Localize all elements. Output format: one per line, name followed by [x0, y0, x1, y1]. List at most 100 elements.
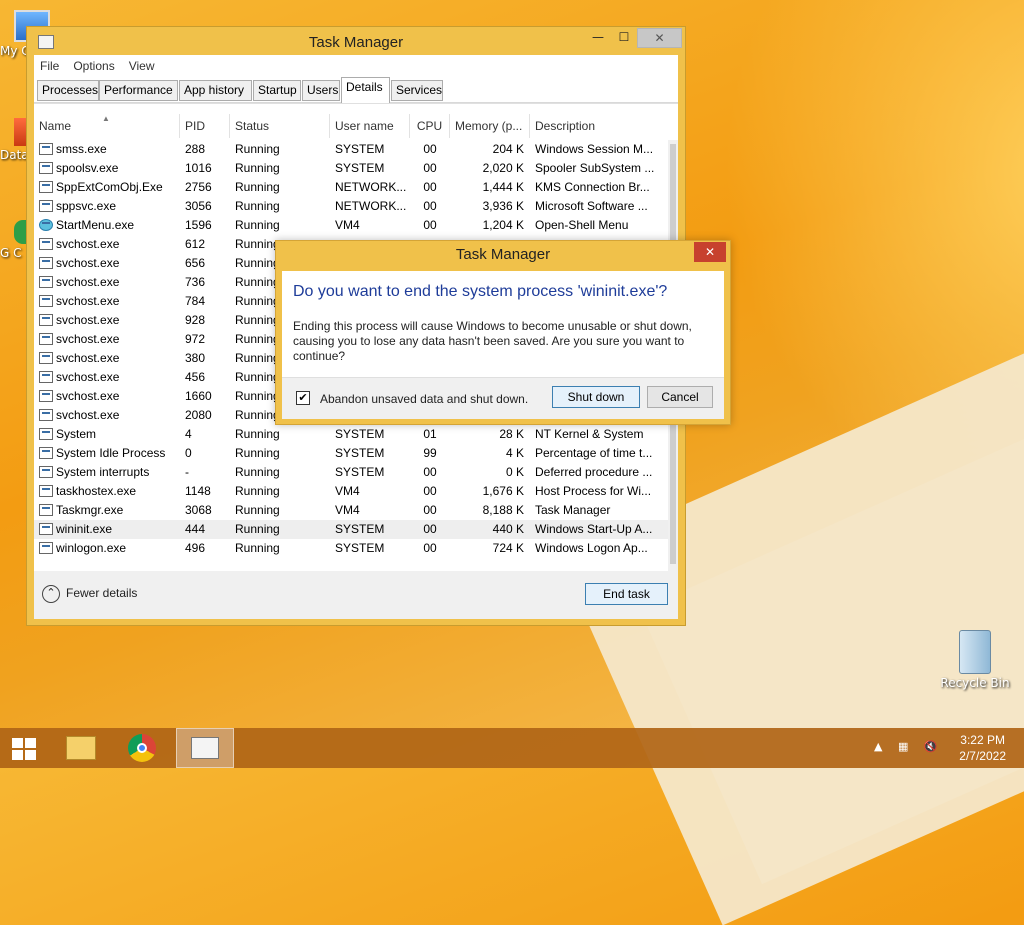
cell-cpu: 00	[423, 465, 437, 479]
table-row[interactable]: spoolsv.exe 1016 Running SYSTEM 00 2,020 K Spo…	[34, 159, 668, 178]
cell-description: NT Kernel & System	[535, 427, 644, 441]
tab-startup[interactable]: Startup	[253, 80, 301, 101]
tab-services[interactable]: Services	[391, 80, 443, 101]
tab-details[interactable]: Details	[341, 77, 390, 103]
file-explorer-taskbar-icon[interactable]	[52, 728, 110, 768]
sort-ascending-icon: ▲	[102, 114, 110, 123]
task-manager-taskbar-icon[interactable]	[176, 728, 234, 768]
process-icon	[39, 276, 53, 288]
cell-name: SppExtComObj.Exe	[56, 180, 163, 194]
abandon-data-label[interactable]: Abandon unsaved data and shut down.	[320, 392, 528, 406]
chrome-shortcut-label: G C	[0, 246, 22, 260]
column-headers: Name ▲ PID Status User name CPU Memory (…	[34, 114, 668, 138]
show-hidden-icons-icon[interactable]: ▲	[874, 740, 882, 753]
close-button[interactable]: ✕	[637, 28, 682, 48]
cell-pid: 288	[185, 142, 206, 156]
tab-performance[interactable]: Performance	[99, 80, 178, 101]
fewer-details-link[interactable]: ⌃ Fewer details	[42, 585, 137, 603]
cell-name: spoolsv.exe	[56, 161, 119, 175]
process-icon	[39, 295, 53, 307]
table-row[interactable]: wininit.exe 444 Running SYSTEM 00 440 K Window…	[34, 520, 668, 539]
dialog-close-button[interactable]: ✕	[694, 242, 726, 262]
shut-down-button[interactable]: Shut down	[552, 386, 640, 408]
cell-pid: 1596	[185, 218, 212, 232]
table-row[interactable]: StartMenu.exe 1596 Running VM4 00 1,204 K Open…	[34, 216, 668, 235]
table-row[interactable]: System Idle Process 0 Running SYSTEM 99 4 K Pe…	[34, 444, 668, 463]
process-icon	[39, 181, 53, 193]
table-row[interactable]: winlogon.exe 496 Running SYSTEM 00 724 K Windo…	[34, 539, 668, 558]
cell-name: svchost.exe	[56, 332, 120, 346]
recycle-bin-icon[interactable]: Recycle Bin	[940, 630, 1010, 690]
volume-muted-icon[interactable]: 🔇	[924, 740, 938, 753]
table-row[interactable]: System 4 Running SYSTEM 01 28 K NT Kernel & Sy…	[34, 425, 668, 444]
cell-cpu: 00	[423, 541, 437, 555]
chrome-taskbar-icon[interactable]	[114, 728, 172, 768]
cell-pid: 1016	[185, 161, 212, 175]
table-row[interactable]: smss.exe 288 Running SYSTEM 00 204 K Windows S…	[34, 140, 668, 159]
table-row[interactable]: SppExtComObj.Exe 2756 Running NETWORK... 00 1…	[34, 178, 668, 197]
cell-user-name: SYSTEM	[335, 427, 385, 441]
cell-memory: 440 K	[492, 522, 524, 536]
clock-date: 2/7/2022	[959, 749, 1006, 763]
cell-pid: 612	[185, 237, 206, 251]
system-tray: ▲ ▦ 🔇	[874, 740, 938, 753]
cell-pid: 736	[185, 275, 206, 289]
cell-status: Running	[235, 465, 280, 479]
cell-status: Running	[235, 484, 280, 498]
clock-time: 3:22 PM	[960, 733, 1005, 747]
network-icon[interactable]: ▦	[898, 740, 908, 753]
cell-memory: 4 K	[505, 446, 524, 460]
table-row[interactable]: taskhostex.exe 1148 Running VM4 00 1,676 K Hos…	[34, 482, 668, 501]
process-icon	[39, 238, 53, 250]
cell-name: smss.exe	[56, 142, 107, 156]
table-row[interactable]: System interrupts - Running SYSTEM 00 0 K Defe…	[34, 463, 668, 482]
cell-memory: 3,936 K	[482, 199, 524, 213]
cell-name: sppsvc.exe	[56, 199, 117, 213]
process-icon	[39, 371, 53, 383]
end-task-button[interactable]: End task	[585, 583, 668, 605]
cell-name: svchost.exe	[56, 408, 120, 422]
cell-name: wininit.exe	[56, 522, 113, 536]
tab-users[interactable]: Users	[302, 80, 340, 101]
table-row[interactable]: Taskmgr.exe 3068 Running VM4 00 8,188 K Task M…	[34, 501, 668, 520]
cell-user-name: SYSTEM	[335, 541, 385, 555]
windows-logo-icon	[12, 738, 36, 760]
cell-cpu: 00	[423, 161, 437, 175]
tab-app-history[interactable]: App history	[179, 80, 252, 101]
window-titlebar[interactable]: Task Manager — ☐ ✕	[27, 27, 685, 55]
cell-pid: 3056	[185, 199, 212, 213]
cell-pid: 444	[185, 522, 206, 536]
cell-memory: 204 K	[492, 142, 524, 156]
dialog-title: Task Manager	[455, 246, 551, 263]
column-memory[interactable]: Memory (p...	[450, 114, 530, 138]
column-cpu[interactable]: CPU	[410, 114, 450, 138]
cell-pid: 2080	[185, 408, 212, 422]
start-button[interactable]	[0, 728, 58, 768]
menu-options[interactable]: Options	[73, 59, 114, 73]
minimize-button[interactable]: —	[585, 28, 611, 48]
menu-view[interactable]: View	[129, 59, 155, 73]
process-icon	[39, 200, 53, 212]
cancel-button[interactable]: Cancel	[647, 386, 713, 408]
maximize-button[interactable]: ☐	[611, 28, 637, 48]
end-process-dialog: Task Manager ✕ Do you want to end the sy…	[275, 240, 731, 425]
process-icon	[39, 333, 53, 345]
cell-description: Spooler SubSystem ...	[535, 161, 655, 175]
clock[interactable]: 3:22 PM 2/7/2022	[959, 732, 1006, 764]
column-description[interactable]: Description	[530, 114, 658, 138]
cell-cpu: 01	[423, 427, 437, 441]
cell-description: Microsoft Software ...	[535, 199, 648, 213]
table-row[interactable]: sppsvc.exe 3056 Running NETWORK... 00 3,936 K…	[34, 197, 668, 216]
cell-memory: 8,188 K	[482, 503, 524, 517]
column-status[interactable]: Status	[230, 114, 330, 138]
process-icon	[39, 428, 53, 440]
cell-name: svchost.exe	[56, 351, 120, 365]
column-pid[interactable]: PID	[180, 114, 230, 138]
cell-name: svchost.exe	[56, 237, 120, 251]
menu-file[interactable]: File	[40, 59, 59, 73]
abandon-data-checkbox[interactable]: ✔	[296, 391, 310, 405]
tab-processes[interactable]: Processes	[37, 80, 99, 101]
cell-name: svchost.exe	[56, 275, 120, 289]
tab-strip: Processes Performance App history Startu…	[34, 77, 678, 103]
column-user-name[interactable]: User name	[330, 114, 410, 138]
